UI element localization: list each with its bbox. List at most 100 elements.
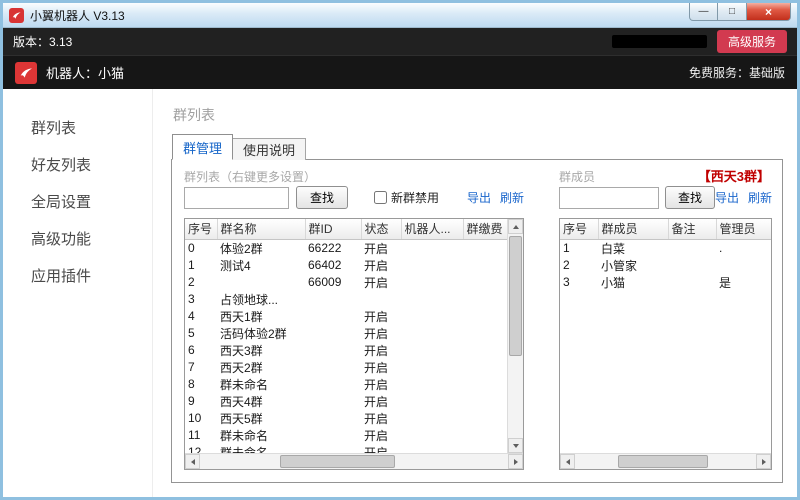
- table-row[interactable]: 11群未命名开启: [185, 427, 507, 444]
- table-cell: [401, 376, 463, 393]
- column-header[interactable]: 管理员: [716, 219, 771, 239]
- member-export-link[interactable]: 导出: [715, 189, 739, 206]
- table-cell: [463, 444, 507, 454]
- scroll-right-icon[interactable]: [756, 454, 771, 469]
- horizontal-scrollbar[interactable]: [185, 453, 523, 469]
- scroll-left-icon[interactable]: [560, 454, 575, 469]
- table-cell: 白菜: [598, 239, 668, 257]
- table-row[interactable]: 2小管家: [560, 257, 771, 274]
- new-group-disable-checkbox[interactable]: [374, 191, 387, 204]
- table-cell: [463, 376, 507, 393]
- sidebar-item-advanced-features[interactable]: 高级功能: [3, 220, 152, 257]
- maximize-button[interactable]: □: [718, 3, 747, 21]
- window-title: 小翼机器人 V3.13: [30, 7, 125, 24]
- group-refresh-link[interactable]: 刷新: [500, 189, 524, 206]
- version-label: 版本：3.13: [13, 33, 72, 50]
- scroll-left-icon[interactable]: [185, 454, 200, 469]
- member-list-table: 序号群成员备注管理员 1白菜.2小管家3小猫是: [559, 218, 772, 470]
- table-row[interactable]: 3小猫是: [560, 274, 771, 291]
- table-cell: [401, 359, 463, 376]
- column-header[interactable]: 序号: [185, 219, 217, 239]
- table-cell: 西天4群: [217, 393, 305, 410]
- table-cell: [463, 342, 507, 359]
- table-cell: [305, 291, 361, 308]
- table-cell: [463, 308, 507, 325]
- current-group-badge: 【西天3群】: [698, 166, 770, 185]
- scroll-right-icon[interactable]: [508, 454, 523, 469]
- table-row[interactable]: 7西天2群开启: [185, 359, 507, 376]
- premium-service-button[interactable]: 高级服务: [717, 30, 787, 53]
- tab-group-management[interactable]: 群管理: [172, 134, 233, 160]
- vertical-scroll-thumb[interactable]: [509, 236, 522, 356]
- close-button[interactable]: ×: [747, 3, 791, 21]
- table-cell: 群未命名: [217, 376, 305, 393]
- vertical-scrollbar[interactable]: [507, 219, 523, 453]
- member-horizontal-scrollbar[interactable]: [560, 453, 771, 469]
- minimize-button[interactable]: —: [689, 3, 718, 21]
- column-header[interactable]: 状态: [361, 219, 401, 239]
- table-cell: 8: [185, 376, 217, 393]
- column-header[interactable]: 备注: [668, 219, 716, 239]
- table-cell: 5: [185, 325, 217, 342]
- column-header[interactable]: 序号: [560, 219, 598, 239]
- table-row[interactable]: 6西天3群开启: [185, 342, 507, 359]
- table-cell: 小猫: [598, 274, 668, 291]
- column-header[interactable]: 群成员: [598, 219, 668, 239]
- horizontal-scroll-thumb[interactable]: [618, 455, 708, 468]
- group-list-label: 群列表（右键更多设置）: [184, 168, 316, 185]
- table-row[interactable]: 8群未命名开启: [185, 376, 507, 393]
- group-table-viewport: 序号群名称群ID状态机器人...群缴费 0体验2群66222开启1测试46640…: [185, 219, 507, 453]
- table-cell: 12: [185, 444, 217, 454]
- table-cell: [668, 274, 716, 291]
- member-table-viewport: 序号群成员备注管理员 1白菜.2小管家3小猫是: [560, 219, 771, 453]
- member-list-label: 群成员: [559, 168, 595, 185]
- table-row[interactable]: 5活码体验2群开启: [185, 325, 507, 342]
- tab-instructions[interactable]: 使用说明: [233, 138, 306, 160]
- service-level-label: 免费服务：基础版: [689, 64, 785, 81]
- title-bar[interactable]: 小翼机器人 V3.13 — □ ×: [3, 3, 797, 28]
- table-cell: [463, 427, 507, 444]
- scroll-down-icon[interactable]: [508, 438, 523, 453]
- table-cell: 群未命名: [217, 427, 305, 444]
- column-header[interactable]: 群名称: [217, 219, 305, 239]
- group-list-controls: 查找 新群禁用 导出 刷新: [184, 186, 524, 209]
- group-search-input[interactable]: [184, 187, 289, 209]
- table-row[interactable]: 12群未命名开启: [185, 444, 507, 454]
- table-cell: 占领地球...: [217, 291, 305, 308]
- table-row[interactable]: 10西天5群开启: [185, 410, 507, 427]
- table-cell: [305, 393, 361, 410]
- sidebar-item-global-settings[interactable]: 全局设置: [3, 183, 152, 220]
- group-export-link[interactable]: 导出: [467, 189, 491, 206]
- table-row[interactable]: 0体验2群66222开启: [185, 239, 507, 257]
- member-search-input[interactable]: [559, 187, 659, 209]
- table-cell: [401, 239, 463, 257]
- table-row[interactable]: 1测试466402开启: [185, 257, 507, 274]
- tab-panel: 群列表（右键更多设置） 查找 新群禁用 导出 刷新 序号群名: [171, 159, 783, 483]
- table-cell: 2: [560, 257, 598, 274]
- member-refresh-link[interactable]: 刷新: [748, 189, 772, 206]
- table-row[interactable]: 1白菜.: [560, 239, 771, 257]
- sidebar-item-friend-list[interactable]: 好友列表: [3, 146, 152, 183]
- group-find-button[interactable]: 查找: [296, 186, 348, 209]
- column-header[interactable]: 群缴费: [463, 219, 507, 239]
- table-cell: 1: [185, 257, 217, 274]
- table-cell: [463, 410, 507, 427]
- table-cell: 开启: [361, 274, 401, 291]
- sidebar-item-app-plugins[interactable]: 应用插件: [3, 257, 152, 294]
- table-cell: [361, 291, 401, 308]
- robot-bar: 机器人：小猫 免费服务：基础版: [3, 56, 797, 89]
- column-header[interactable]: 群ID: [305, 219, 361, 239]
- table-row[interactable]: 266009开启: [185, 274, 507, 291]
- column-header[interactable]: 机器人...: [401, 219, 463, 239]
- table-cell: [401, 342, 463, 359]
- new-group-disable-checkbox-label: 新群禁用: [374, 189, 439, 206]
- table-row[interactable]: 3占领地球...: [185, 291, 507, 308]
- table-row[interactable]: 4西天1群开启: [185, 308, 507, 325]
- table-cell: 开启: [361, 308, 401, 325]
- member-find-button[interactable]: 查找: [665, 186, 715, 209]
- scroll-up-icon[interactable]: [508, 219, 523, 234]
- table-row[interactable]: 9西天4群开启: [185, 393, 507, 410]
- horizontal-scroll-thumb[interactable]: [280, 455, 395, 468]
- sidebar-item-group-list[interactable]: 群列表: [3, 109, 152, 146]
- table-cell: 开启: [361, 427, 401, 444]
